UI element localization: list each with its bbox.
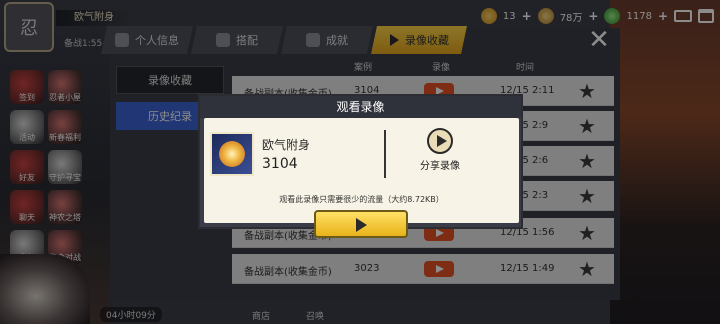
record-name: 欧气附身 (262, 138, 311, 152)
watch-play-button[interactable] (314, 210, 408, 238)
watch-video-dialog: 观看录像 欧气附身 3104 分享录像 观看此录像只需要很少的流量（大约8.72… (198, 94, 523, 229)
share-play-icon (427, 128, 453, 154)
share-video-button[interactable]: 分享录像 (410, 128, 470, 178)
divider (384, 130, 386, 178)
record-number: 3104 (262, 156, 298, 172)
flower-icon (219, 141, 245, 167)
data-usage-notice: 观看此录像只需要很少的流量（大约8.72KB） (279, 195, 444, 204)
record-thumbnail (210, 132, 254, 176)
dialog-body: 欧气附身 3104 分享录像 观看此录像只需要很少的流量（大约8.72KB） (204, 118, 519, 223)
dialog-title: 观看录像 (200, 96, 521, 118)
